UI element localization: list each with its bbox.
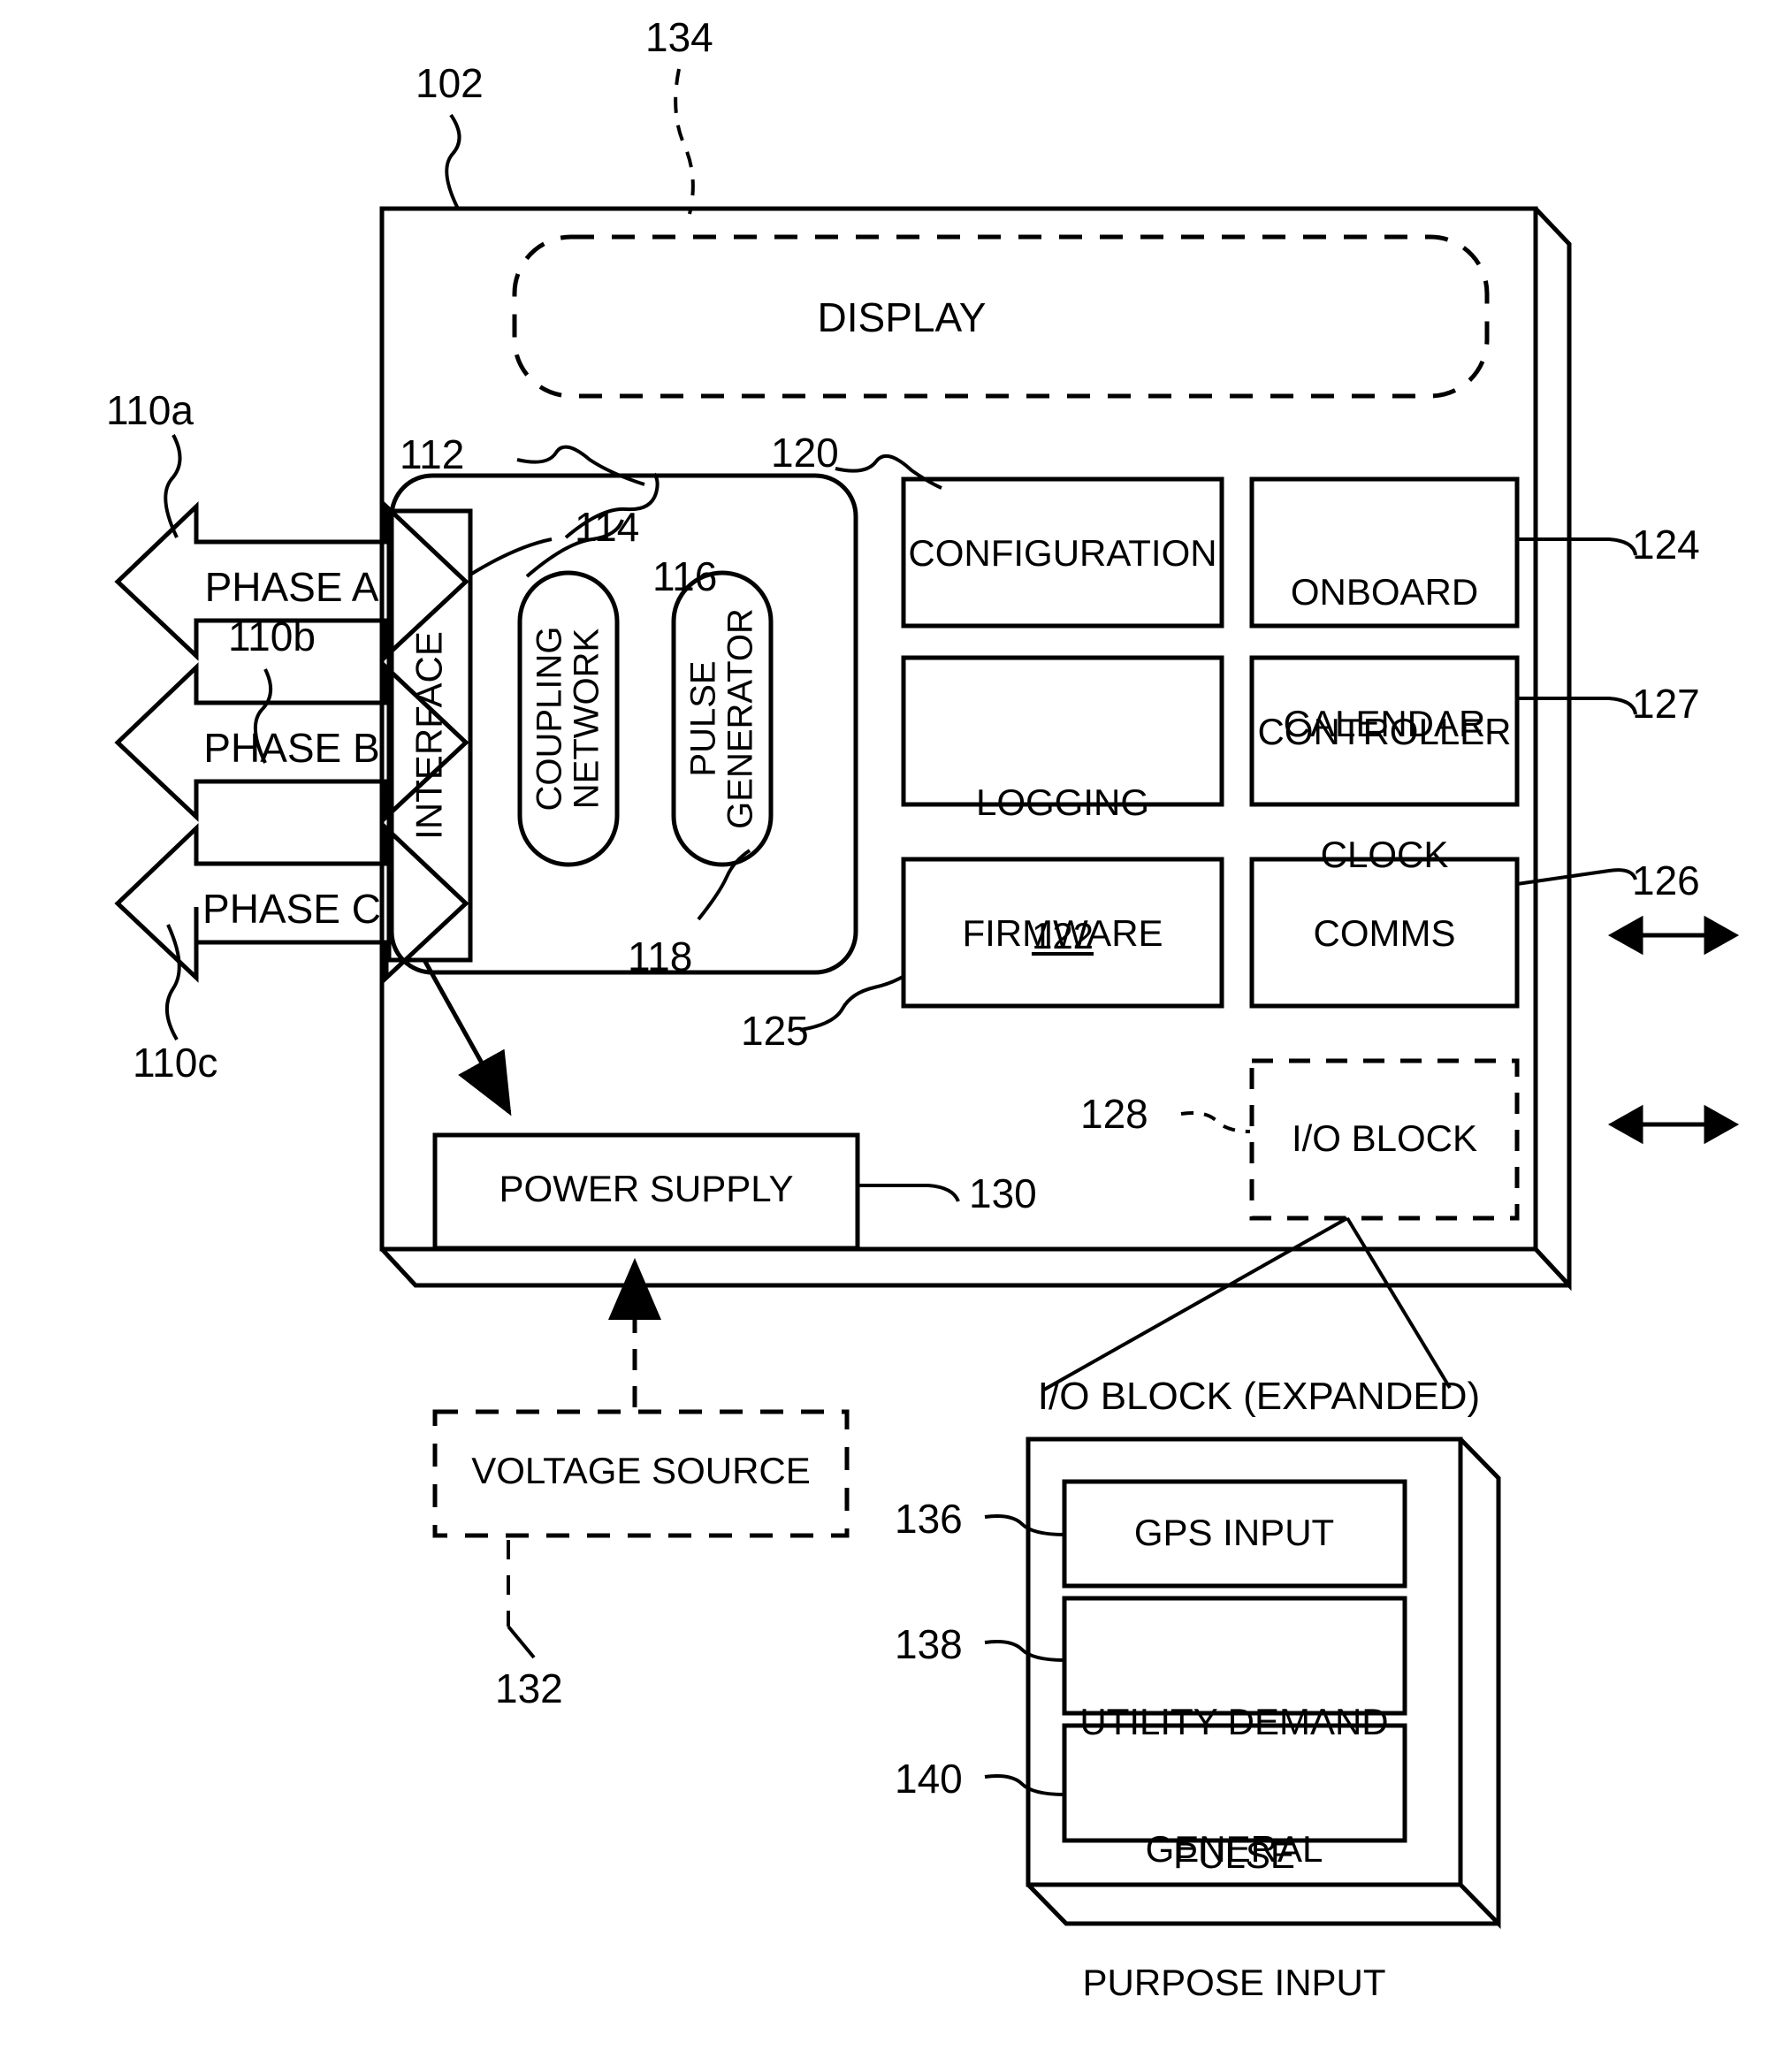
interface-label: INTERFACE [408,631,450,840]
display-label: DISPLAY [817,294,987,340]
ref-120: 120 [771,430,839,476]
configuration-label: CONFIGURATION [908,532,1217,574]
ref-130: 130 [969,1170,1037,1216]
firmware-label: FIRMWARE [962,912,1163,954]
pulse-generator-label-line-1: PULSE [683,660,723,777]
gps-input-label: GPS INPUT [1133,1512,1335,1553]
ref-110b: 110b [228,613,316,659]
logging-title: LOGGING [975,781,1150,823]
coupling-network-label-line-1: COUPLING [530,626,569,812]
comms-label: COMMS [1313,912,1456,954]
io-expanded-title: I/O BLOCK (EXPANDED) [1037,1375,1481,1418]
ref-124: 124 [1632,522,1700,568]
occ-line-3: CLOCK [1320,834,1449,876]
coupling-network-label: COUPLING NETWORK [530,626,606,812]
ref-136: 136 [895,1496,963,1542]
ref-110c: 110c [133,1040,218,1086]
general-purpose-input-label: GENERAL PURPOSE INPUT [1082,1738,1385,2050]
ref-132: 132 [495,1665,563,1711]
io-block-label: I/O BLOCK [1291,1117,1478,1159]
voltage-source-label: VOLTAGE SOURCE [471,1450,811,1491]
gpi-line-2: PURPOSE INPUT [1082,1961,1386,2003]
controller-label: CONTROLLER [1257,711,1512,752]
logging-label: LOGGING 122 [976,691,1149,1003]
ref-112: 112 [400,431,465,477]
phase-a-label: PHASE A [204,564,379,610]
phase-c-label: PHASE C [202,886,381,932]
ref-128: 128 [1080,1091,1148,1137]
pulse-generator-label: PULSE GENERATOR [683,608,760,829]
ref-125: 125 [741,1008,809,1054]
onboard-calendar-clock-label: ONBOARD CALENDAR CLOCK [1284,483,1486,920]
occ-line-1: ONBOARD [1290,571,1479,613]
pulse-generator-label-line-2: GENERATOR [721,608,760,829]
ref-127: 127 [1632,681,1700,727]
ref-110a: 110a [106,387,194,433]
ref-114: 114 [575,504,640,550]
ref-102: 102 [416,60,484,106]
power-supply-label: POWER SUPPLY [499,1168,794,1209]
gpi-line-1: GENERAL [1145,1827,1323,1870]
ref-118: 118 [628,934,693,979]
ref-116: 116 [652,553,718,599]
ref-134: 134 [645,14,713,60]
patent-figure: DISPLAY PHASE A PHASE B PHASE C INTERFAC… [0,0,1792,2003]
ref-140: 140 [895,1756,963,1802]
ref-138: 138 [895,1621,963,1667]
ref-126: 126 [1632,857,1700,903]
phase-b-label: PHASE B [203,725,380,771]
coupling-network-label-line-2: NETWORK [568,628,606,810]
